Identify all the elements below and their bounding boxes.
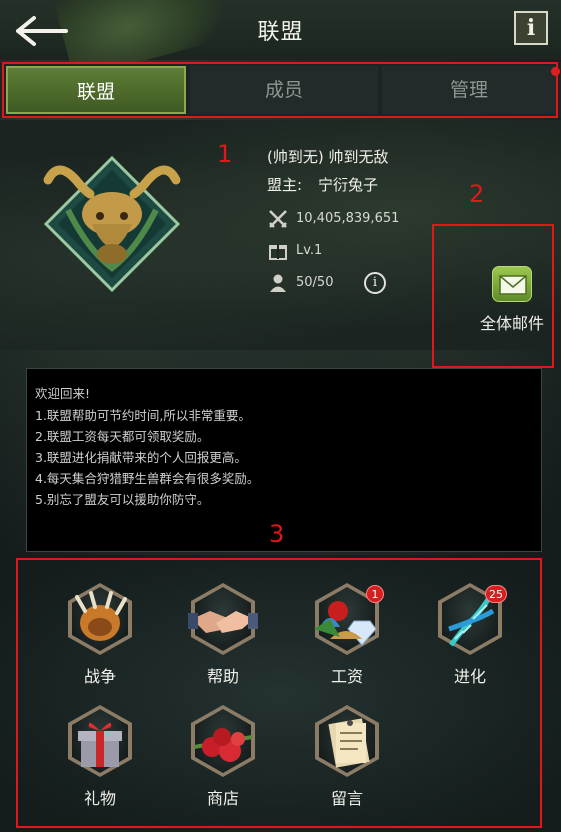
info-button[interactable]: i xyxy=(514,11,548,45)
alliance-emblem-icon xyxy=(43,155,181,293)
person-icon xyxy=(270,274,286,292)
crossed-swords-icon xyxy=(269,210,287,228)
annotation-number-3: 3 xyxy=(269,520,285,548)
top-bar: 联盟 i xyxy=(0,0,561,80)
alliance-screen: 联盟 i 联盟 成员 管理 (帅到无) 帅到无敌 盟主: 宁衍兔子 10,405… xyxy=(0,0,561,832)
welcome-line: 1.联盟帮助可节约时间,所以非常重要。 xyxy=(35,408,251,423)
annotation-number-1: 1 xyxy=(217,140,233,168)
member-count: 50/50 xyxy=(296,275,334,290)
annotation-box-1 xyxy=(2,62,558,118)
leader-label: 盟主: xyxy=(267,176,303,194)
alliance-power: 10,405,839,651 xyxy=(296,211,400,226)
welcome-line: 欢迎回来! xyxy=(35,386,91,401)
welcome-line: 5.别忘了盟友可以援助你防守。 xyxy=(35,492,210,507)
welcome-line: 3.联盟进化捐献带来的个人回报更高。 xyxy=(35,450,247,465)
member-info-button[interactable]: i xyxy=(364,272,386,294)
page-title: 联盟 xyxy=(257,20,304,45)
alliance-level: Lv.1 xyxy=(296,243,323,258)
alliance-name: (帅到无) 帅到无敌 xyxy=(267,148,389,166)
annotation-box-3 xyxy=(16,558,542,828)
welcome-line: 4.每天集合狩猎野生兽群会有很多奖励。 xyxy=(35,471,260,486)
gift-icon xyxy=(269,245,287,260)
annotation-box-2 xyxy=(432,224,554,368)
welcome-line: 2.联盟工资每天都可领取奖励。 xyxy=(35,429,210,444)
annotation-number-2: 2 xyxy=(469,180,485,208)
leader-name: 宁衍兔子 xyxy=(318,176,379,194)
